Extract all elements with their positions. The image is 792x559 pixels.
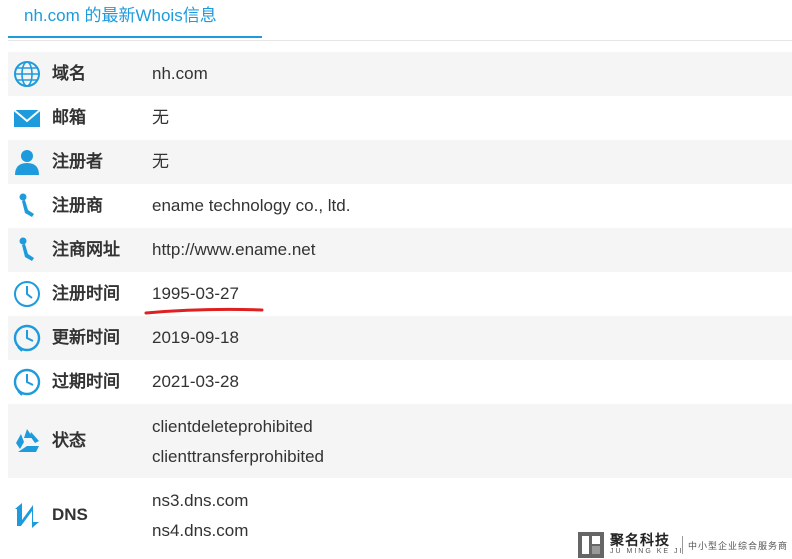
watermark-brand-latin: JU MING KE JI <box>610 548 684 555</box>
user-icon <box>15 150 39 175</box>
watermark-brand: 聚名科技 <box>610 532 670 548</box>
row-label: 注册者 <box>52 152 103 171</box>
brand-logo-icon <box>578 532 604 558</box>
status-values: clientdeleteprohibited clienttransferpro… <box>152 412 324 472</box>
row-label: 注商网址 <box>52 240 120 259</box>
recycle-icon <box>16 429 39 452</box>
row-label: 注册时间 <box>52 284 120 303</box>
registrar-url-icon <box>19 237 34 261</box>
watermark: 聚名科技 JU MING KE JI 中小型企业综合服务商 <box>576 530 792 559</box>
tab-whois-info[interactable]: nh.com 的最新Whois信息 <box>8 0 262 38</box>
dns-icon <box>15 503 39 528</box>
globe-icon <box>14 61 40 87</box>
tab-bar: nh.com 的最新Whois信息 <box>8 0 792 41</box>
row-label: 更新时间 <box>52 328 120 347</box>
row-value: http://www.ename.net <box>152 240 316 259</box>
row-label: 域名 <box>52 64 86 83</box>
table-row-domain: 域名 nh.com <box>8 52 792 96</box>
dns-values: ns3.dns.com ns4.dns.com <box>152 486 248 546</box>
registrar-icon <box>19 193 34 217</box>
row-label: 状态 <box>52 431 86 450</box>
row-label: 过期时间 <box>52 372 120 391</box>
whois-table: 域名 nh.com 邮箱 无 注册者 无 注册商 ename technolog… <box>8 52 792 552</box>
table-row-registrar: 注册商 ename technology co., ltd. <box>8 184 792 228</box>
row-value: nh.com <box>152 64 208 83</box>
row-value: 无 <box>152 152 169 171</box>
table-row-expiry-date: 过期时间 2021-03-28 <box>8 360 792 404</box>
watermark-slogan: 中小型企业综合服务商 <box>688 541 789 551</box>
row-value: 2019-09-18 <box>152 328 239 347</box>
row-value: 2021-03-28 <box>152 372 239 391</box>
row-value: ename technology co., ltd. <box>152 196 351 215</box>
dns-value: ns3.dns.com <box>152 491 249 510</box>
row-label: 注册商 <box>52 196 103 215</box>
clock-expire-icon <box>13 368 41 396</box>
table-row-registered-date: 注册时间 1995-03-27 <box>8 272 792 316</box>
row-label: 邮箱 <box>52 108 86 127</box>
status-value: clientdeleteprohibited <box>152 417 313 436</box>
row-label: DNS <box>52 505 88 524</box>
table-row-updated-date: 更新时间 2019-09-18 <box>8 316 792 360</box>
table-row-status: 状态 clientdeleteprohibited clienttransfer… <box>8 404 792 478</box>
table-row-registrant: 注册者 无 <box>8 140 792 184</box>
clock-icon <box>14 281 40 307</box>
status-value: clienttransferprohibited <box>152 447 324 466</box>
dns-value: ns4.dns.com <box>152 521 249 540</box>
table-row-registrar-url: 注商网址 http://www.ename.net <box>8 228 792 272</box>
table-row-email: 邮箱 无 <box>8 96 792 140</box>
clock-update-icon <box>13 324 41 352</box>
watermark-divider <box>682 536 683 554</box>
row-value: 无 <box>152 108 169 127</box>
mail-icon <box>13 109 41 127</box>
